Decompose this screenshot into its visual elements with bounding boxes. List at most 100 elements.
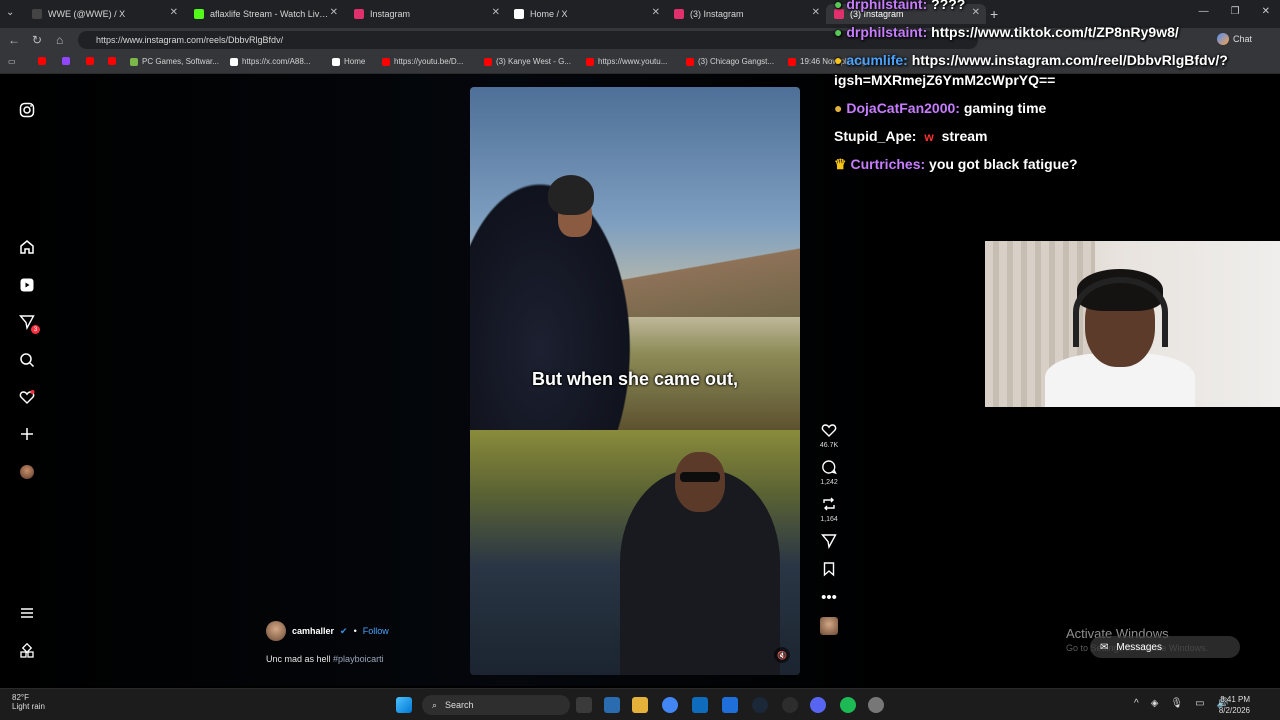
maximize-icon[interactable]: ❐ xyxy=(1231,6,1240,17)
taskbar-clock[interactable]: 8:41 PM 8/2/2026 xyxy=(1219,694,1250,716)
chevron-up-icon[interactable]: ^ xyxy=(1134,698,1139,709)
youtube-icon xyxy=(586,57,594,66)
edge-icon[interactable] xyxy=(604,697,620,713)
close-icon[interactable]: ✕ xyxy=(170,7,178,18)
home-icon[interactable] xyxy=(18,238,36,256)
chat-button[interactable]: Chat xyxy=(1216,33,1252,45)
close-icon[interactable]: ✕ xyxy=(330,7,338,18)
author-avatar[interactable] xyxy=(266,621,286,641)
reposts-count: 1,164 xyxy=(820,516,838,523)
windows-start-icon[interactable] xyxy=(396,697,412,713)
bookmark-chicago[interactable]: (3) Chicago Gangst... xyxy=(686,57,774,66)
kick-icon xyxy=(194,9,204,19)
close-icon[interactable]: ✕ xyxy=(812,7,820,18)
bookmark-twitch[interactable] xyxy=(62,57,74,65)
temperature: 82°F xyxy=(12,693,29,702)
steam-icon[interactable] xyxy=(752,697,768,713)
close-icon[interactable]: ✕ xyxy=(972,7,980,18)
app-icon[interactable] xyxy=(722,697,738,713)
network-icon[interactable]: ◈ xyxy=(1151,698,1159,709)
share-button[interactable] xyxy=(821,531,837,551)
comment-button[interactable]: 1,242 xyxy=(820,457,838,486)
weather-widget[interactable]: 82°F Light rain xyxy=(12,693,45,711)
messages-label: Messages xyxy=(1116,641,1162,653)
audio-avatar[interactable] xyxy=(820,617,838,635)
messages-button[interactable]: ✉ Messages xyxy=(1090,636,1240,658)
chat-message: ● acumlife: https://www.instagram.com/re… xyxy=(834,52,1228,68)
hashtag-link[interactable]: #playboicarti xyxy=(333,654,384,664)
bookmark-label: (3) Kanye West - G... xyxy=(496,57,571,66)
badge-icon: ● xyxy=(834,0,843,12)
minimize-icon[interactable]: — xyxy=(1199,6,1209,17)
save-button[interactable] xyxy=(821,559,837,579)
like-button[interactable]: 46.7K xyxy=(820,420,838,449)
tab-x-home[interactable]: Home / X ✕ xyxy=(506,4,666,24)
tab-kick-stream[interactable]: aflaxlife Stream - Watch Live on Ki ✕ xyxy=(186,4,344,24)
discord-icon[interactable] xyxy=(810,697,826,713)
notification-badge: 3 xyxy=(31,325,40,334)
bookmark-pc-games[interactable]: PC Games, Softwar... xyxy=(130,57,219,66)
home-icon[interactable]: ⌂ xyxy=(56,33,63,47)
bookmark-label: PC Games, Softwar... xyxy=(142,57,219,66)
bookmark-youtube[interactable] xyxy=(86,57,98,65)
new-tab-button[interactable]: + xyxy=(990,6,998,22)
taskbar-search[interactable]: ⌕ Search xyxy=(422,695,570,715)
reload-icon[interactable]: ↻ xyxy=(32,33,42,47)
author-username[interactable]: camhaller xyxy=(292,626,334,636)
badge-icon: ● xyxy=(834,100,843,116)
bookmark-home[interactable]: Home xyxy=(332,57,365,66)
search-icon[interactable] xyxy=(18,351,36,369)
weather-condition: Light rain xyxy=(12,702,45,711)
bookmark-youtube-link[interactable]: https://youtu.be/D... xyxy=(382,57,463,66)
tab-wwe[interactable]: WWE (@WWE) / X ✕ xyxy=(24,4,184,24)
bookmark-youtube-link[interactable]: https://www.youtu... xyxy=(586,57,667,66)
chrome-icon[interactable] xyxy=(662,697,678,713)
reels-icon[interactable] xyxy=(18,276,36,294)
tab-title: Instagram xyxy=(370,9,411,19)
bookmark-youtube[interactable] xyxy=(108,57,120,65)
youtube-icon xyxy=(38,57,46,65)
close-icon[interactable]: ✕ xyxy=(652,7,660,18)
follow-button[interactable]: Follow xyxy=(363,626,389,636)
mute-icon[interactable]: 🔇 xyxy=(774,647,790,663)
chat-message: ● drphilstaint: ???? xyxy=(834,0,965,12)
reel-video[interactable]: But when she came out, 🔇 xyxy=(470,87,800,675)
bookmark-youtube[interactable] xyxy=(38,57,50,65)
close-window-icon[interactable]: ✕ xyxy=(1262,6,1270,17)
apps-icon[interactable] xyxy=(18,642,36,660)
share-icon xyxy=(821,531,837,551)
copilot-icon xyxy=(1216,33,1229,45)
bookmark-label: https://www.youtu... xyxy=(598,57,668,66)
tab-instagram-3[interactable]: (3) Instagram ✕ xyxy=(666,4,826,24)
task-view-icon[interactable] xyxy=(576,697,592,713)
profile-avatar[interactable] xyxy=(18,463,36,481)
store-icon[interactable] xyxy=(692,697,708,713)
youtube-icon xyxy=(788,57,796,66)
repost-button[interactable]: 1,164 xyxy=(820,494,838,523)
notifications-heart-icon[interactable] xyxy=(18,388,36,406)
tab-title: Home / X xyxy=(530,9,568,19)
more-options-button[interactable]: ••• xyxy=(821,587,837,607)
instagram-logo-icon[interactable] xyxy=(18,101,36,119)
bookmark-x-link[interactable]: https://x.com/A88... xyxy=(230,57,310,66)
bookmark-kanye[interactable]: (3) Kanye West - G... xyxy=(484,57,571,66)
file-explorer-icon[interactable] xyxy=(632,697,648,713)
tab-instagram[interactable]: Instagram ✕ xyxy=(346,4,506,24)
chat-username: Curtriches: xyxy=(850,156,926,172)
back-icon[interactable]: ← xyxy=(8,33,20,47)
youtube-icon xyxy=(86,57,94,65)
microphone-icon[interactable]: 🎙 xyxy=(1170,698,1183,709)
direct-messages-icon[interactable]: 3 xyxy=(18,313,40,334)
spotify-icon[interactable] xyxy=(840,697,856,713)
more-icon: ••• xyxy=(821,588,837,606)
create-plus-icon[interactable] xyxy=(18,425,36,443)
tab-search-icon[interactable]: ⌄ xyxy=(6,7,14,18)
obs-icon[interactable] xyxy=(782,697,798,713)
menu-icon[interactable] xyxy=(18,604,36,622)
settings-gear-icon[interactable] xyxy=(868,697,884,713)
bookmarks-menu-icon[interactable]: ▭ xyxy=(8,57,16,66)
instagram-icon xyxy=(674,9,684,19)
display-icon[interactable]: ▭ xyxy=(1195,698,1204,709)
badge-icon: ● xyxy=(834,24,843,40)
close-icon[interactable]: ✕ xyxy=(492,7,500,18)
